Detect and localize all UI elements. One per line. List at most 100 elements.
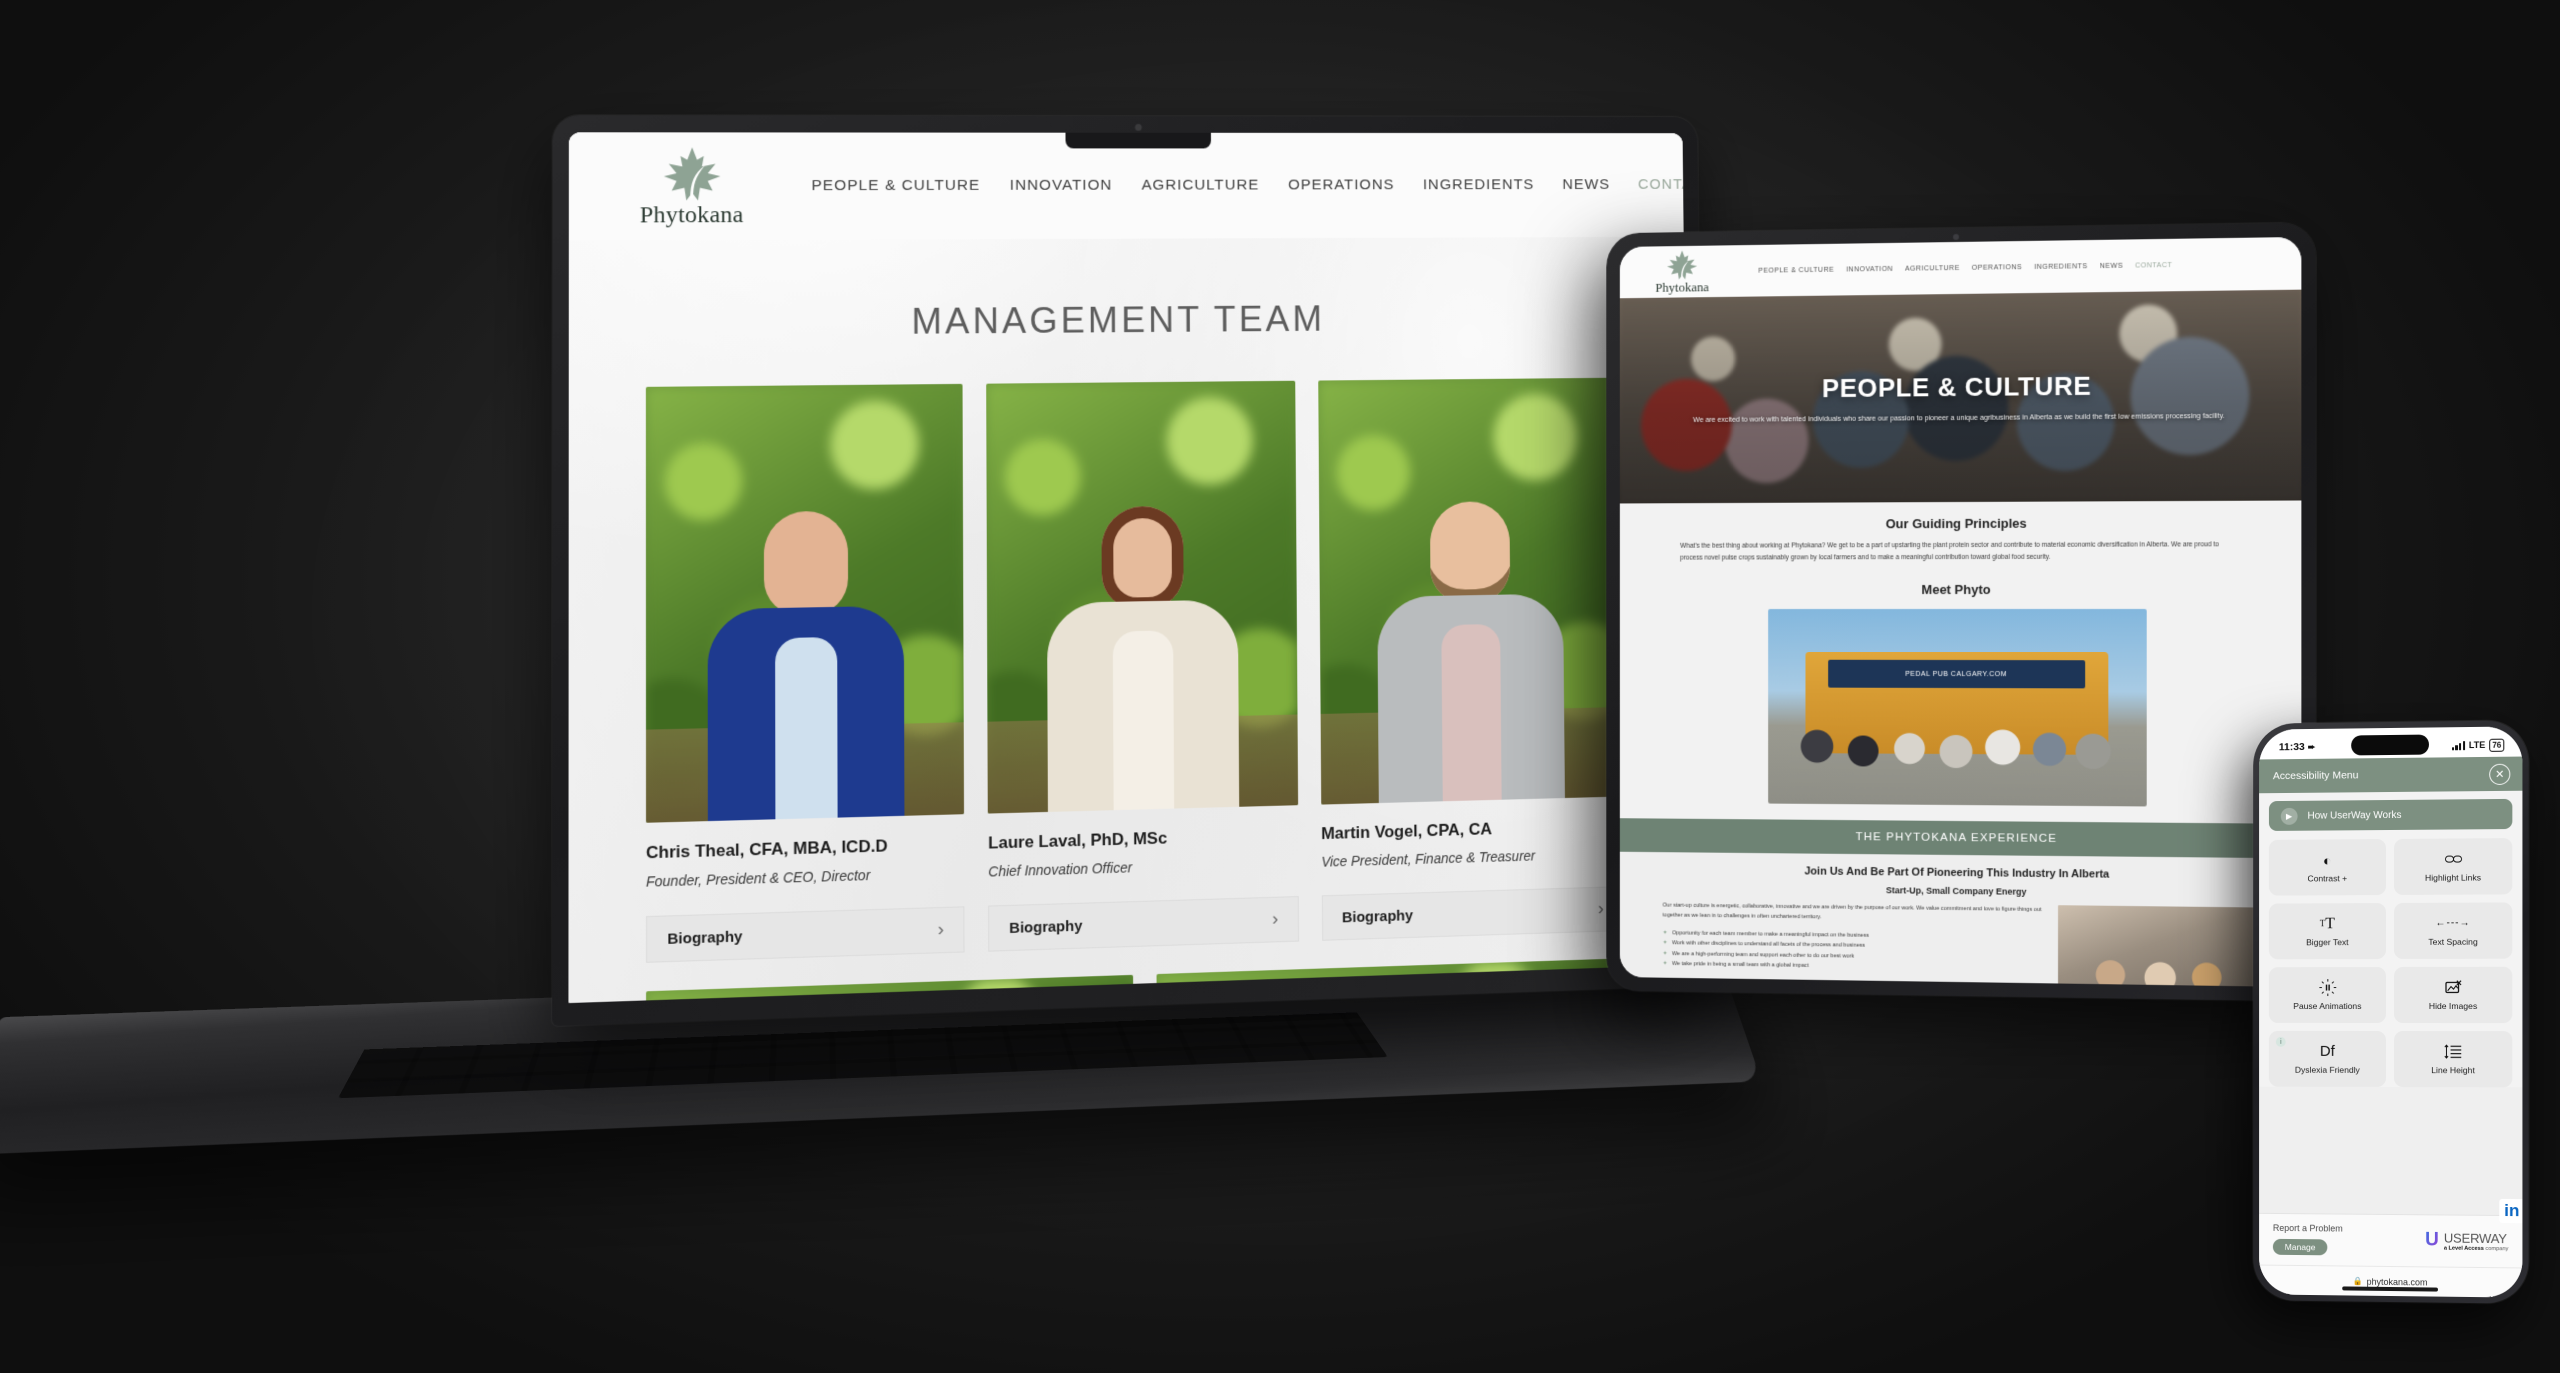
tablet-screen: Phytokana PEOPLE & CULTURE INNOVATION AG… [1619, 236, 2302, 988]
nav-item-agriculture[interactable]: AGRICULTURE [1141, 177, 1259, 195]
text-spacing-icon: ←---→ [2435, 917, 2471, 929]
bigger-text-icon: TT [2319, 914, 2335, 932]
member-name: Chris Theal, CFA, MBA, ICD.D [646, 836, 888, 863]
signal-bars-icon [2451, 740, 2465, 750]
nav-item-innovation[interactable]: INNOVATION [1846, 265, 1893, 273]
userway-mark: U [2425, 1229, 2439, 1251]
status-indicators: LTE 76 [2451, 738, 2505, 752]
accessibility-menu-footer: Report a Problem Manage U USERWAY a Leve… [2259, 1212, 2523, 1268]
lock-icon: 🔒 [2352, 1276, 2363, 1286]
pause-animations-icon [2319, 980, 2336, 996]
manage-button[interactable]: Manage [2272, 1238, 2328, 1256]
experience-text-column: Our start-up culture is energetic, colla… [1663, 901, 2044, 987]
nav-item-people-culture[interactable]: PEOPLE & CULTURE [1758, 266, 1834, 274]
nav-item-innovation[interactable]: INNOVATION [1010, 177, 1113, 195]
accessibility-tile-line-height[interactable]: Line Height [2393, 1031, 2513, 1088]
maple-leaf-icon [1666, 248, 1699, 282]
member-role: Chief Innovation Officer [988, 859, 1133, 880]
accessibility-tile-dyslexia-friendly[interactable]: i Df Dyslexia Friendly [2268, 1030, 2387, 1087]
hero-title: PEOPLE & CULTURE [1821, 370, 2092, 404]
chevron-right-icon: › [1272, 908, 1279, 930]
meet-phyto-photo: PEDAL PUB CALGARY.COM [1768, 609, 2147, 807]
tablet-site-header: Phytokana PEOPLE & CULTURE INNOVATION AG… [1619, 236, 2302, 299]
hero-section: PEOPLE & CULTURE We are excited to work … [1619, 289, 2302, 504]
member-role: Founder, President & CEO, Director [646, 866, 871, 890]
person-figure [707, 510, 905, 822]
tile-label: Bigger Text [2306, 936, 2349, 947]
url-text: phytokana.com [2366, 1276, 2428, 1287]
biography-button[interactable]: Biography › [988, 896, 1299, 952]
leaf-bullet-icon: ✦ [1662, 950, 1668, 957]
hero-overlay: PEOPLE & CULTURE We are excited to work … [1619, 289, 2302, 504]
nav-item-operations[interactable]: OPERATIONS [1288, 177, 1394, 195]
team-member-card: Laure Laval, PhD, MSc Chief Innovation O… [986, 380, 1299, 952]
member-portrait [1317, 377, 1623, 805]
team-member-card: Martin Vogel, CPA, CA Vice President, Fi… [1317, 377, 1624, 941]
experience-bullet-list: ✦ Opportunity for each team member to ma… [1663, 928, 2044, 975]
brand-name: Phytokana [1655, 278, 1709, 295]
report-problem-label[interactable]: Report a Problem [2273, 1223, 2343, 1234]
userway-wordmark: USERWAY [2444, 1230, 2509, 1246]
nav-item-ingredients[interactable]: INGREDIENTS [1423, 176, 1534, 194]
foliage-backdrop [646, 974, 1135, 1004]
network-label: LTE [2468, 739, 2486, 751]
nav-item-contact[interactable]: CONTACT [2135, 262, 2172, 270]
accessibility-menu-title: Accessibility Menu [2272, 769, 2359, 783]
guiding-principles-section: Our Guiding Principles What's the best t… [1619, 500, 2302, 809]
accessibility-tile-contrast[interactable]: ◐ Contrast + [2268, 839, 2387, 896]
nav-item-people-culture[interactable]: PEOPLE & CULTURE [811, 177, 980, 195]
member-name: Laure Laval, PhD, MSc [988, 828, 1168, 853]
experience-body-row: Our start-up culture is energetic, colla… [1663, 901, 2257, 988]
pedal-pub-banner: PEDAL PUB CALGARY.COM [1827, 660, 2086, 689]
experience-body-text: Our start-up culture is energetic, colla… [1662, 902, 2042, 921]
page-title: MANAGEMENT TEAM [911, 298, 1326, 342]
nav-item-operations[interactable]: OPERATIONS [1972, 264, 2022, 272]
biography-label: Biography [1341, 906, 1414, 926]
tile-label: Contrast + [2307, 872, 2348, 883]
laptop-lid: Phytokana PEOPLE & CULTURE INNOVATION AG… [552, 115, 1707, 1027]
brand-logo[interactable]: Phytokana [1641, 248, 1723, 296]
accessibility-tile-text-spacing[interactable]: ←---→ Text Spacing [2393, 902, 2513, 959]
nav-item-news[interactable]: NEWS [1562, 176, 1610, 193]
userway-tagline-rest: company [2483, 1245, 2509, 1252]
accessibility-menu-header: Accessibility Menu ✕ [2259, 756, 2523, 794]
browser-url-bar[interactable]: 🔒 phytokana.com [2259, 1264, 2523, 1298]
member-name: Martin Vogel, CPA, CA [1321, 819, 1493, 844]
biography-button[interactable]: Biography › [646, 906, 965, 963]
dyslexia-friendly-icon: Df [2319, 1042, 2335, 1060]
line-height-icon [2444, 1044, 2462, 1060]
close-icon[interactable]: ✕ [2489, 763, 2511, 785]
nav-item-agriculture[interactable]: AGRICULTURE [1905, 264, 1960, 272]
chevron-right-icon: › [1597, 898, 1604, 920]
accessibility-tile-bigger-text[interactable]: TT Bigger Text [2268, 903, 2387, 960]
brand-name: Phytokana [639, 201, 744, 228]
tile-label: Highlight Links [2425, 871, 2482, 883]
tablet-camera-icon [1953, 233, 1959, 241]
experience-section: Join Us And Be Part Of Pioneering This I… [1619, 852, 2302, 988]
team-group [1790, 710, 2124, 803]
nav-item-news[interactable]: NEWS [2100, 262, 2123, 269]
site-header: Phytokana PEOPLE & CULTURE INNOVATION AG… [568, 132, 1691, 241]
accessibility-tile-pause-animations[interactable]: Pause Animations [2268, 967, 2387, 1023]
nav-item-ingredients[interactable]: INGREDIENTS [2034, 263, 2088, 271]
accessibility-tile-hide-images[interactable]: Hide Images [2393, 966, 2513, 1024]
tile-label: Text Spacing [2428, 936, 2478, 947]
linkedin-icon[interactable]: in [2499, 1198, 2523, 1224]
experience-heading: Join Us And Be Part Of Pioneering This I… [1804, 865, 2110, 882]
how-userway-works-button[interactable]: ▶ How UserWay Works [2268, 798, 2513, 831]
management-team-grid: Chris Theal, CFA, MBA, ICD.D Founder, Pr… [568, 337, 1691, 966]
main-navigation: PEOPLE & CULTURE INNOVATION AGRICULTURE … [811, 176, 1691, 195]
accessibility-tile-highlight-links[interactable]: Highlight Links [2393, 838, 2513, 895]
website-viewport: Phytokana PEOPLE & CULTURE INNOVATION AG… [568, 132, 1692, 1004]
tile-label: Line Height [2431, 1064, 2475, 1075]
info-badge-icon: i [2275, 1036, 2286, 1047]
leaf-bullet-icon: ✦ [1662, 929, 1668, 936]
brand-logo[interactable]: Phytokana [640, 144, 744, 229]
team-member-card: Chris Theal, CFA, MBA, ICD.D Founder, Pr… [645, 383, 965, 963]
how-userway-works-label: How UserWay Works [2307, 809, 2402, 822]
userway-name-light: WAY [2479, 1230, 2507, 1246]
laptop-screen: Phytokana PEOPLE & CULTURE INNOVATION AG… [568, 132, 1692, 1004]
dynamic-island [2351, 734, 2429, 756]
nav-item-contact[interactable]: CONTACT [1638, 176, 1692, 193]
accessibility-options-grid: ◐ Contrast + Highlight Links TT Bigger T… [2268, 838, 2513, 1088]
